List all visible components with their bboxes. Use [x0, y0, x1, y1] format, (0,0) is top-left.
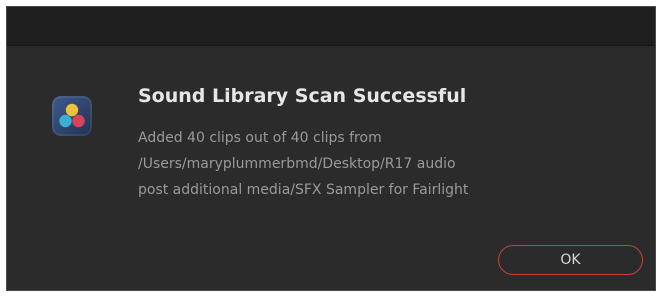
dialog-titlebar[interactable] [7, 7, 655, 46]
message-line: Added 40 clips out of 40 clips from [138, 130, 382, 146]
sound-library-scan-dialog: Sound Library Scan Successful Added 40 c… [6, 6, 656, 291]
dialog-title: Sound Library Scan Successful [138, 85, 467, 107]
ok-button[interactable]: OK [498, 245, 643, 275]
davinci-resolve-app-icon [52, 96, 92, 136]
dialog-message: Added 40 clips out of 40 clips from /Use… [138, 125, 558, 203]
message-line: post additional media/SFX Sampler for Fa… [138, 182, 469, 198]
message-line: /Users/maryplummerbmd/Desktop/R17 audio [138, 156, 456, 172]
